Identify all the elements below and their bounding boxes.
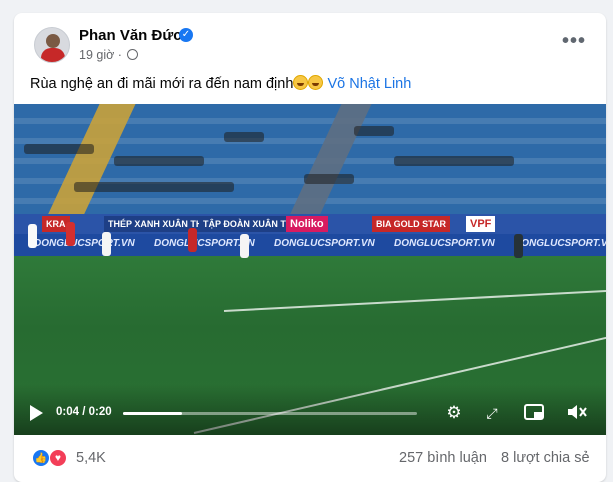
ad-board-text: DONGLUCSPORT.VN [514, 238, 606, 249]
more-options-button[interactable]: ••• [560, 31, 588, 59]
post-caption: Rùa nghệ an đi mãi mới ra đến nam định V… [30, 75, 411, 92]
picture-in-picture-icon[interactable] [524, 403, 544, 423]
player-figure [66, 222, 75, 246]
post-meta: 19 giờ · [79, 48, 139, 62]
video-progress-bar[interactable] [123, 412, 417, 415]
caption-text: Rùa nghệ an đi mãi mới ra đến nam định [30, 76, 294, 92]
post-card: Phan Văn Đức ✓ 19 giờ · ••• Rùa nghệ an … [14, 13, 606, 482]
avatar[interactable] [34, 27, 70, 63]
meta-separator: · [117, 48, 122, 62]
laughing-emoji-icon [293, 75, 309, 90]
expand-icon[interactable]: ⤢ [482, 403, 502, 423]
ad-board-text: DONGLUCSPORT.VN [274, 238, 375, 249]
post-footer: 👍 ♥ 5,4K 257 bình luận 8 lượt chia sẻ [14, 435, 606, 482]
globe-icon[interactable] [127, 49, 139, 60]
player-figure [188, 228, 197, 252]
gear-icon[interactable]: ⚙ [444, 403, 464, 423]
ad-board-text: VPF [466, 216, 496, 232]
play-icon[interactable] [30, 405, 43, 421]
post-header: Phan Văn Đức ✓ 19 giờ · ••• [14, 13, 606, 69]
comments-count[interactable]: 257 bình luận [399, 450, 487, 466]
goalkeeper-figure [514, 234, 523, 258]
verified-badge-icon: ✓ [179, 28, 193, 42]
player-figure [28, 224, 37, 248]
author-name[interactable]: Phan Văn Đức [79, 27, 182, 44]
video-time: 0:04 / 0:20 [56, 406, 112, 418]
love-reaction-icon[interactable]: ♥ [49, 449, 67, 467]
mention-link[interactable]: Võ Nhật Linh [327, 76, 411, 92]
stadium-stands [14, 104, 606, 222]
ad-board-text: DONGLUCSPORT.VN [34, 238, 135, 249]
laughing-emoji-icon [308, 75, 324, 90]
player-figure [240, 234, 249, 258]
ad-board-text: Noliko [286, 216, 328, 232]
speaker-muted-icon[interactable] [566, 403, 587, 423]
reactions-count[interactable]: 5,4K [76, 450, 106, 466]
like-reaction-icon[interactable]: 👍 [32, 449, 50, 467]
video-player[interactable]: KRA THÉP XANH XUÂN THIỆN TẬP ĐOÀN XUÂN T… [14, 104, 606, 435]
player-figure [102, 232, 111, 256]
shares-count[interactable]: 8 lượt chia sẻ [501, 450, 590, 466]
ad-board-text: DONGLUCSPORT.VN [394, 238, 495, 249]
ad-board-text: BIA GOLD STAR [372, 216, 450, 232]
video-progress-fill [123, 412, 182, 415]
post-time[interactable]: 19 giờ [79, 48, 114, 62]
